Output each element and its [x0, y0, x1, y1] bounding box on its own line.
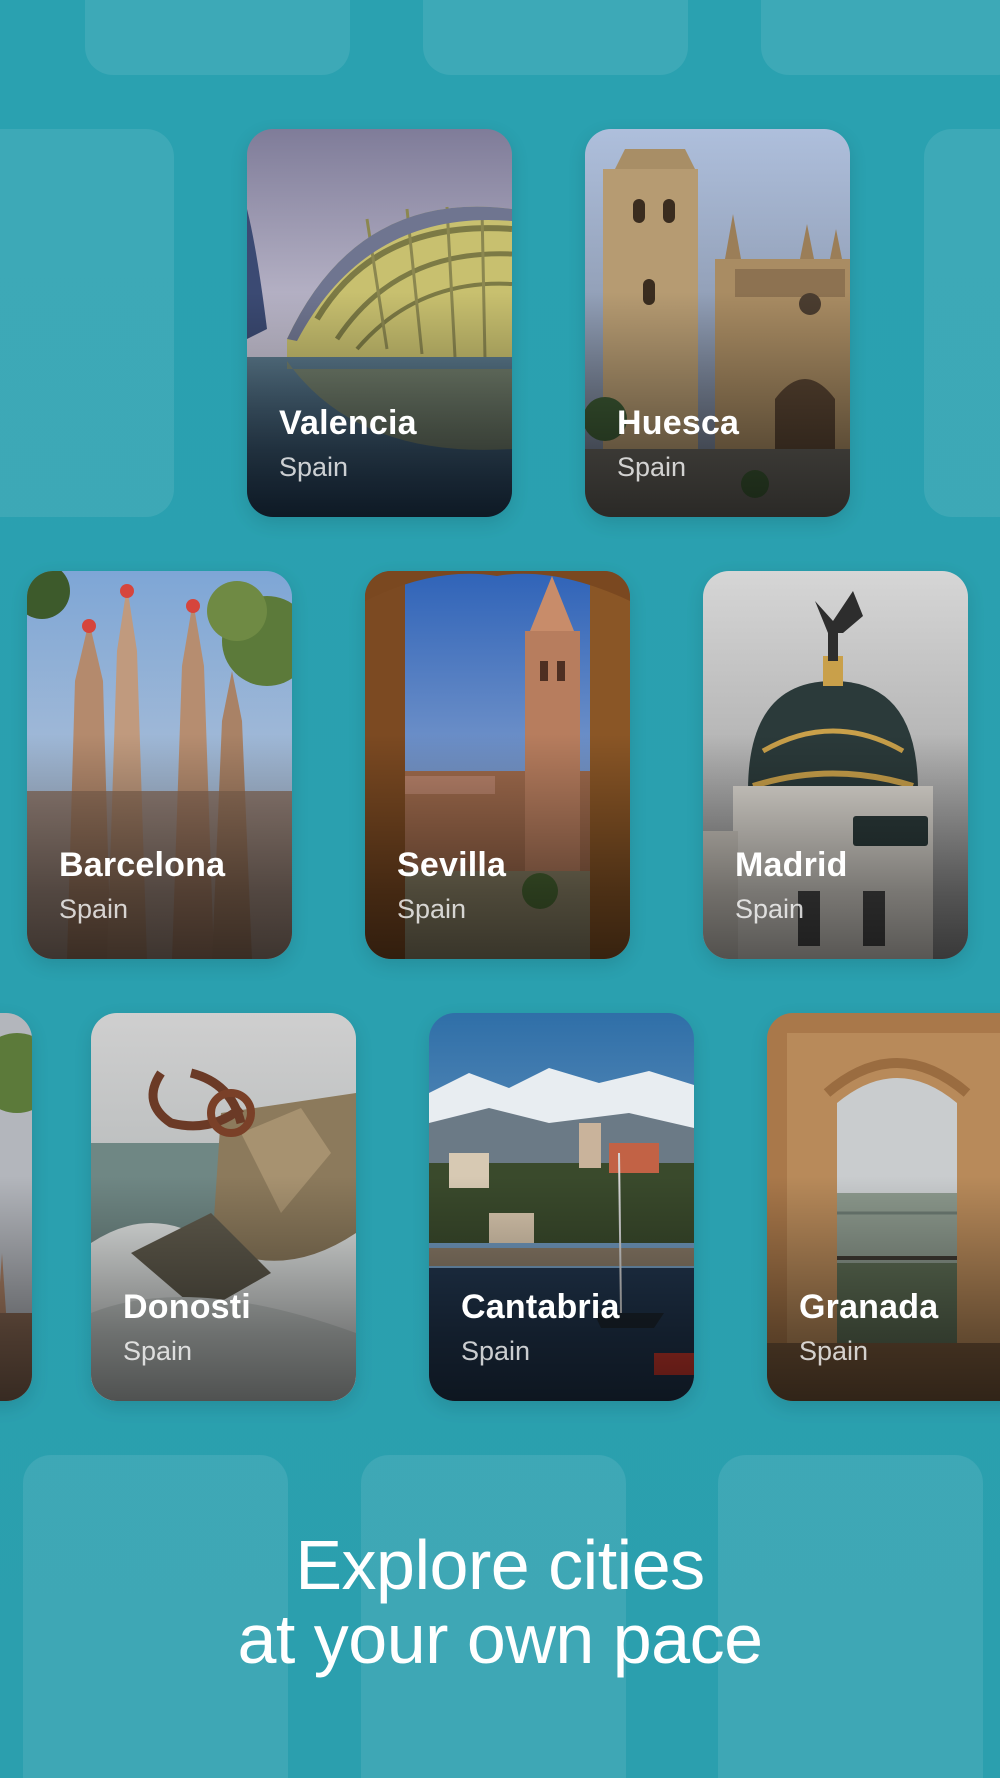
- onboarding-screen: Valencia Spain Huesca Spain Barcelona Sp…: [0, 0, 1000, 1778]
- country-name: Spain: [123, 1336, 193, 1366]
- city-name: Granada: [799, 1288, 939, 1326]
- city-card-sevilla[interactable]: Sevilla Spain: [365, 571, 630, 959]
- headline-line-2: at your own pace: [237, 1600, 763, 1678]
- placeholder-tile: [0, 129, 174, 517]
- placeholder-tile: [85, 0, 350, 75]
- country-name: Spain: [617, 452, 687, 482]
- country-name: Spain: [59, 894, 129, 924]
- city-card-cantabria[interactable]: Cantabria Spain: [429, 1013, 694, 1401]
- city-card-barcelona-partial[interactable]: [0, 1013, 32, 1401]
- placeholder-tile: [761, 0, 1000, 75]
- city-name: Huesca: [617, 404, 740, 442]
- onboarding-headline: Explore cities at your own pace: [0, 1528, 1000, 1676]
- country-name: Spain: [735, 894, 805, 924]
- city-card-barcelona[interactable]: Barcelona Spain: [27, 571, 292, 959]
- city-card-donosti[interactable]: Donosti Spain: [91, 1013, 356, 1401]
- placeholder-tile: [924, 129, 1000, 517]
- city-name: Barcelona: [59, 846, 226, 884]
- headline-line-1: Explore cities: [295, 1526, 705, 1604]
- city-name: Valencia: [279, 404, 417, 442]
- country-name: Spain: [397, 894, 467, 924]
- city-name: Donosti: [123, 1288, 251, 1326]
- city-name: Madrid: [735, 846, 848, 884]
- country-name: Spain: [799, 1336, 869, 1366]
- city-name: Cantabria: [461, 1288, 620, 1326]
- city-card-madrid[interactable]: Madrid Spain: [703, 571, 968, 959]
- country-name: Spain: [279, 452, 349, 482]
- city-name: Sevilla: [397, 846, 507, 884]
- city-card-valencia[interactable]: Valencia Spain: [247, 129, 512, 517]
- card-gradient: [0, 1175, 32, 1401]
- city-card-huesca[interactable]: Huesca Spain: [585, 129, 850, 517]
- country-name: Spain: [461, 1336, 531, 1366]
- placeholder-tile: [423, 0, 688, 75]
- city-card-granada[interactable]: Granada Spain: [767, 1013, 1000, 1401]
